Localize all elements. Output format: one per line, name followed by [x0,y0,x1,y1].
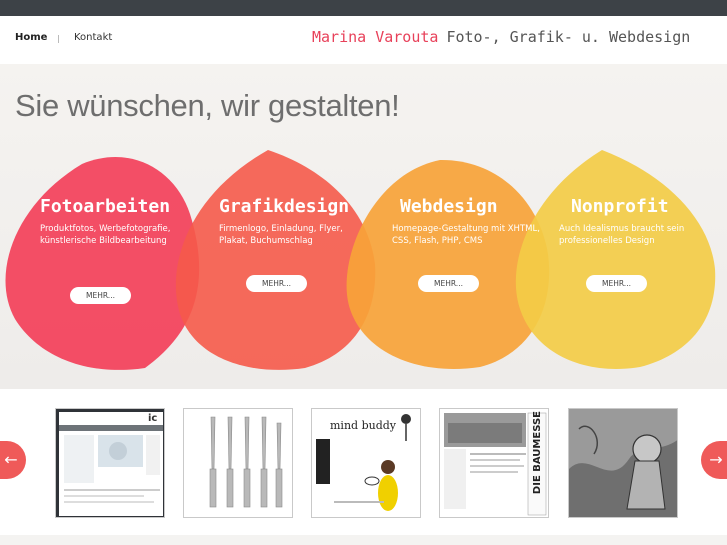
footer-strip [0,535,727,545]
card-desc: Firmenlogo, Einladung, Flyer, Plakat, Bu… [219,224,343,246]
nav-separator [58,35,59,43]
petal-fotoarbeiten [5,157,200,370]
brand-tagline: Foto-, Grafik- u. Webdesign [446,28,691,46]
portfolio-carousel: ← ic mind buddy DIE BAUMESSE → [0,389,727,535]
mehr-button-nonprofit[interactable]: MEHR... [586,275,647,292]
mehr-button-fotoarbeiten[interactable]: MEHR... [70,287,131,304]
card-title: Webdesign [400,196,498,217]
hero-section: Sie wünschen, wir gestalten! Fotoarbeite… [0,64,727,389]
nav-home[interactable]: Home [15,32,47,43]
card-title: Fotoarbeiten [40,196,171,217]
card-title: Grafikdesign [219,196,350,217]
card-nonprofit: Nonprofit Auch Idealismus braucht sein p… [559,196,709,247]
card-grafikdesign: Grafikdesign Firmenlogo, Einladung, Flye… [219,196,369,247]
card-desc: Homepage-Gestaltung mit XHTML, CSS, Flas… [392,224,540,246]
drills-image [209,416,283,508]
top-bar [0,0,727,16]
mehr-button-webdesign[interactable]: MEHR... [418,275,479,292]
brand-name: Marina Varouta [312,28,439,46]
card-title: Nonprofit [571,196,669,217]
artwork-image [569,409,677,517]
header: Home Kontakt Marina Varouta Foto-, Grafik… [0,16,727,64]
thumb-website-screenshot[interactable] [55,408,165,518]
card-webdesign: Webdesign Homepage-Gestaltung mit XHTML,… [392,196,542,247]
arrow-right-icon[interactable]: → [701,441,727,479]
thumb-label-baumesse: DIE BAUMESSE [532,411,543,495]
mehr-button-grafikdesign[interactable]: MEHR... [246,275,307,292]
thumb-dental-drills[interactable] [183,408,293,518]
thumb-artwork[interactable] [568,408,678,518]
thumb-label-mind-buddy: mind buddy [330,419,396,432]
card-fotoarbeiten: Fotoarbeiten Produktfotos, Werbefotograf… [40,196,190,247]
brand-logo[interactable]: Marina Varouta Foto-, Grafik- u. Webdesig… [312,28,690,46]
card-desc: Auch Idealismus braucht sein professione… [559,224,685,246]
petal-nonprofit [515,150,716,369]
nav-kontakt[interactable]: Kontakt [74,32,112,43]
petal-grafikdesign [175,150,376,370]
website-thumbnail-image [56,409,164,517]
card-desc: Produktfotos, Werbefotografie, künstleri… [40,224,171,246]
arrow-left-icon[interactable]: ← [0,441,26,479]
thumb-label-ic: ic [148,413,158,424]
